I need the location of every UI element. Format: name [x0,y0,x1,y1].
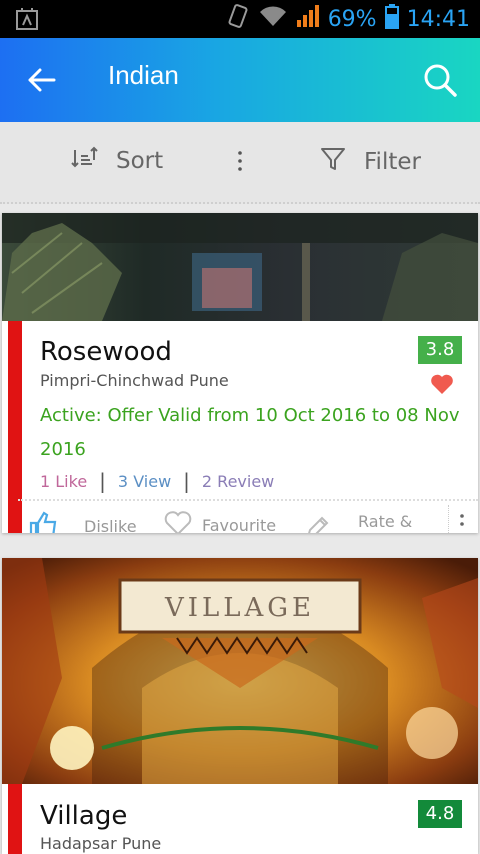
offer-text: Active: Offer Valid from 10 Oct 2016 to … [40,405,460,460]
back-arrow-icon[interactable] [24,60,60,100]
filter-button[interactable]: Filter [320,146,421,178]
battery-icon [384,3,399,35]
separator: | [183,469,190,493]
app-bar: Indian [0,38,480,122]
sort-filter-bar: Sort Filter [0,122,480,204]
heart-outline-icon [164,511,192,533]
wifi-icon [258,4,288,34]
search-icon[interactable] [420,58,460,102]
rate-label: Rate & [358,511,413,531]
village-sign-text: VILLAGE [164,593,315,623]
filter-icon [320,146,346,178]
stats-row: 1 Like | 3 View | 2 Review [40,469,274,493]
dislike-button[interactable]: Dislike [28,511,137,533]
sort-label: Sort [116,148,164,174]
page-title: Indian [108,60,179,90]
favourite-button[interactable]: Favourite [164,511,276,533]
thumb-icon [28,511,58,533]
sort-icon [70,146,98,176]
like-count: 1 Like [40,471,88,491]
view-count: 3 View [117,471,172,491]
separator: | [99,469,106,493]
more-options-icon[interactable] [448,505,474,533]
restaurant-card[interactable]: Rosewood Pimpri-Chinchwad Pune 3.8 Activ… [2,213,478,533]
restaurant-name[interactable]: Village [40,801,127,831]
favourite-label: Favourite [202,515,277,534]
divider-dots-icon [237,150,243,172]
action-row: Dislike Favourite Rate & [22,505,478,533]
sort-button[interactable]: Sort [70,146,163,176]
clock: 14:41 [406,6,470,32]
restaurant-photo[interactable]: VILLAGE [2,558,478,784]
rate-button[interactable]: Rate & [304,497,412,533]
restaurant-name[interactable]: Rosewood [40,337,172,367]
rating-badge: 4.8 [418,800,462,828]
restaurant-card[interactable]: VILLAGE Village Hadapsar Pune 4.8 [2,558,478,854]
status-bar: 69% 14:41 [0,0,480,38]
restaurant-location: Pimpri-Chinchwad Pune [40,371,229,390]
pencil-icon [304,515,330,533]
accent-bar [8,321,22,533]
signal-icon [296,4,320,34]
filter-label: Filter [364,149,421,175]
notification-icon [16,7,38,31]
rating-badge: 3.8 [418,336,462,364]
heart-icon[interactable] [430,373,454,395]
accent-bar [8,784,22,854]
review-count: 2 Review [201,471,275,491]
battery-percent: 69% [327,6,377,32]
restaurant-location: Hadapsar Pune [40,834,162,853]
vibrate-icon [226,3,250,35]
dislike-label: Dislike [84,516,137,534]
restaurant-photo[interactable] [2,213,478,321]
